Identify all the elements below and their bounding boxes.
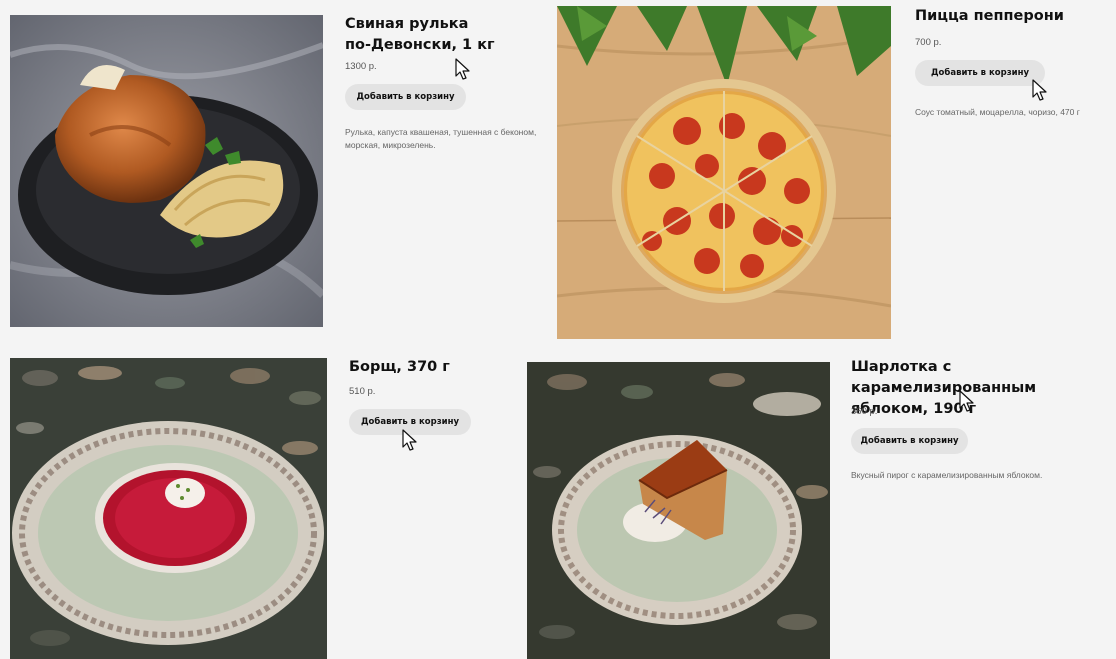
add-to-cart-button[interactable]: Добавить в корзину <box>851 428 968 454</box>
product-image-pepperoni-pizza[interactable] <box>557 6 891 339</box>
product-description-line: Рулька, капуста квашеная, тушенная с бек… <box>345 127 537 137</box>
product-description-line: морская, микрозелень. <box>345 139 436 150</box>
product-price: 360 р. <box>851 406 878 417</box>
product-title-line: по-Девонски, 1 кг <box>345 37 495 53</box>
product-title-line: Шарлотка с карамелизированным <box>851 359 1037 396</box>
product-title[interactable]: Борщ, 370 г <box>349 357 450 378</box>
product-title-line: Свиная рулька <box>345 16 469 32</box>
product-price: 510 р. <box>349 386 376 397</box>
product-title[interactable]: Свиная рулька по-Девонски, 1 кг <box>345 14 495 56</box>
product-description: Рулька, капуста квашеная, тушенная с бек… <box>345 126 536 151</box>
mouse-cursor-icon <box>959 390 979 414</box>
borscht-photo <box>10 358 327 659</box>
product-title[interactable]: Шарлотка с карамелизированным яблоком, 1… <box>851 357 1116 420</box>
mouse-cursor-icon <box>1032 79 1052 103</box>
product-image-charlotte-cake[interactable] <box>527 362 830 659</box>
pepperoni-pizza-photo <box>557 6 891 339</box>
add-to-cart-button[interactable]: Добавить в корзину <box>345 84 466 110</box>
product-price: 700 р. <box>915 37 942 48</box>
pork-knuckle-photo <box>10 15 323 327</box>
product-price: 1300 р. <box>345 61 377 72</box>
product-description: Вкусный пирог с карамелизированным яблок… <box>851 470 1043 480</box>
product-title[interactable]: Пицца пепперони <box>915 6 1064 27</box>
mouse-cursor-icon <box>402 429 422 453</box>
mouse-cursor-icon <box>455 58 475 82</box>
product-description: Соус томатный, моцарелла, чоризо, 470 г <box>915 107 1080 117</box>
charlotte-cake-photo <box>527 362 830 659</box>
product-image-borscht[interactable] <box>10 358 327 659</box>
product-image-pork-knuckle[interactable] <box>10 15 323 327</box>
add-to-cart-button[interactable]: Добавить в корзину <box>915 60 1045 86</box>
